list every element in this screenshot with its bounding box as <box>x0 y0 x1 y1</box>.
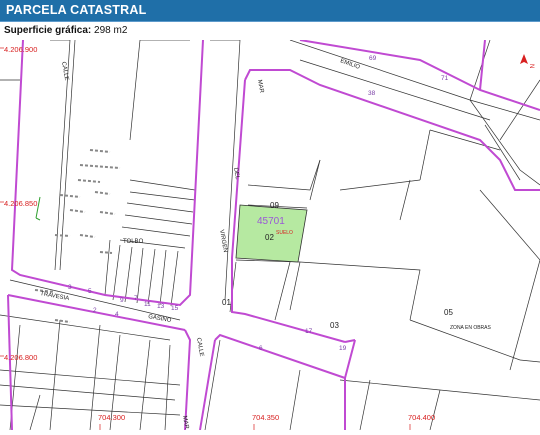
surface-value: 298 m2 <box>94 25 128 36</box>
number-13: 13 <box>157 303 165 310</box>
street-del: DEL <box>232 167 240 180</box>
svg-text:N: N <box>528 64 534 68</box>
number-17: 17 <box>305 328 313 335</box>
coord-x-704300: 704.300 <box>98 413 125 422</box>
plot-01: 01 <box>222 298 231 307</box>
coord-y-4206850: 4.206.850 <box>4 199 37 208</box>
number-3: 3 <box>68 284 72 291</box>
plot-03: 03 <box>330 321 339 330</box>
street-mar: MAR <box>256 79 264 94</box>
coord-y-4206900: 4.206.900 <box>4 45 37 54</box>
surface-label: Superficie gráfica: <box>4 25 92 36</box>
number-19: 19 <box>339 345 347 352</box>
header-divider <box>0 21 540 22</box>
panel-header: PARCELA CATASTRAL <box>0 0 540 21</box>
number-9: 9 <box>120 297 124 304</box>
zone-label: ZONA EN OBRAS <box>450 325 492 331</box>
house-numbers: 69 71 38 9 11 13 15 5 7 3 17 19 6 2 4 <box>68 55 449 352</box>
panel-title: PARCELA CATASTRAL <box>6 3 147 17</box>
coordinate-ticks <box>0 47 411 430</box>
parcel-type: SUELO <box>276 230 293 236</box>
number-7: 7 <box>134 295 138 302</box>
cadastral-map[interactable]: 4.206.900 4.206.850 4.206.800 704.300 70… <box>0 39 540 431</box>
street-calle-top: CALLE <box>60 61 69 81</box>
number-5: 5 <box>88 288 92 295</box>
number-69: 69 <box>369 55 377 62</box>
plot-09: 09 <box>270 201 279 210</box>
number-15: 15 <box>171 305 179 312</box>
street-mar-bottom: MAR <box>181 415 189 430</box>
street-virgen: VIRGEN <box>218 229 228 253</box>
coord-x-704400: 704.400 <box>408 413 435 422</box>
parcel-id: 45701 <box>257 216 285 227</box>
number-38: 38 <box>368 90 376 97</box>
number-11: 11 <box>144 301 151 308</box>
plot-05: 05 <box>444 308 453 317</box>
parcel-number: 02 <box>265 233 274 242</box>
street-calle-bottom: CALLE <box>195 337 204 357</box>
label-tolbo: TOLBO <box>123 239 144 245</box>
number-2: 2 <box>93 307 97 314</box>
map-canvas[interactable]: 4.206.900 4.206.850 4.206.800 704.300 70… <box>0 39 540 431</box>
surface-info: Superficie gráfica: 298 m2 <box>4 25 127 36</box>
north-arrow-icon: N <box>520 54 534 68</box>
coord-y-4206800: 4.206.800 <box>4 353 37 362</box>
number-71: 71 <box>441 75 449 82</box>
coord-x-704350: 704.350 <box>252 413 279 422</box>
number-4: 4 <box>115 311 119 318</box>
number-6: 6 <box>259 345 263 352</box>
